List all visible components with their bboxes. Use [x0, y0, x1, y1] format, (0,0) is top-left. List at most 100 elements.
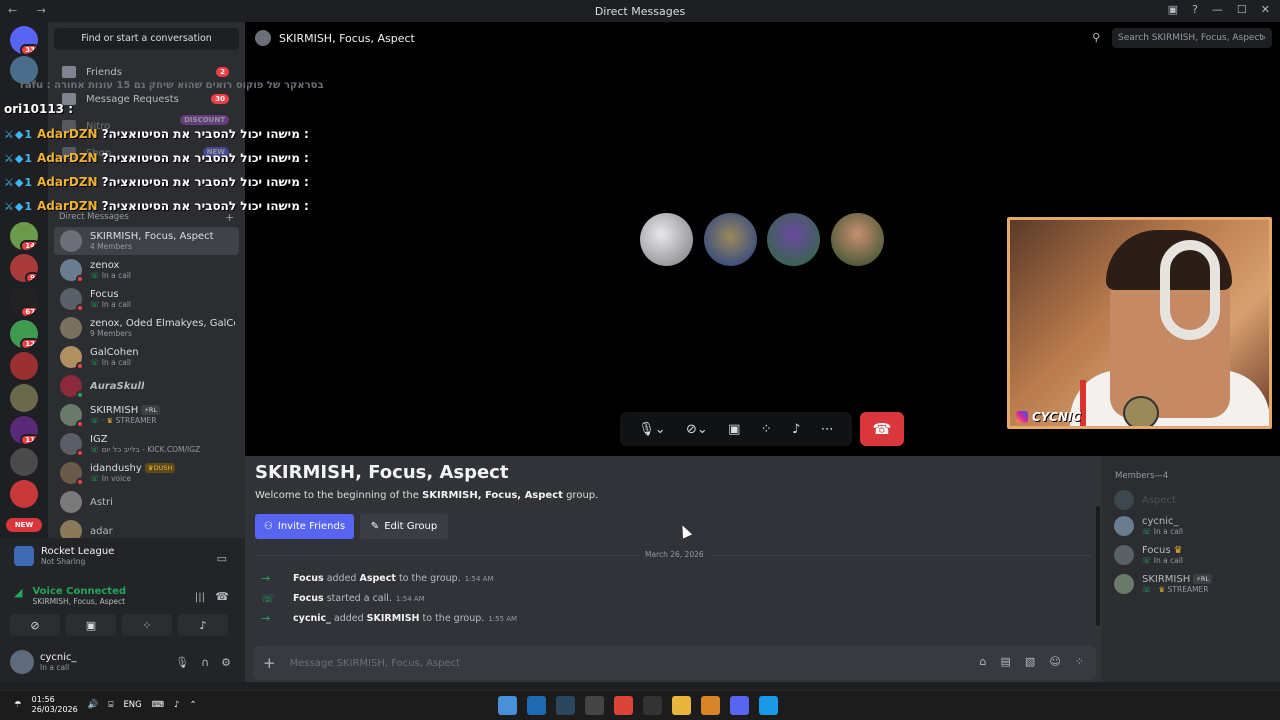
help-icon[interactable]: ?: [1192, 3, 1198, 16]
microphone-icon[interactable]: 🎙⌄: [638, 422, 665, 437]
find-conversation-button[interactable]: Find or start a conversation: [54, 28, 239, 50]
chat-scrollbar[interactable]: [1096, 506, 1100, 626]
volume-icon[interactable]: 🔊: [88, 700, 99, 710]
server-icon[interactable]: 67: [10, 288, 38, 316]
msg-actor[interactable]: cycnic_: [293, 613, 331, 624]
voice-connected[interactable]: ◢ Voice Connected SKIRMISH, Focus, Aspect: [14, 586, 126, 606]
msg-target[interactable]: SKIRMISH: [367, 613, 420, 624]
share-screen-icon[interactable]: ▣: [728, 422, 740, 437]
nav-nitro[interactable]: Nitro DISCOUNT: [54, 115, 239, 137]
dm-item[interactable]: AuraSkull: [54, 372, 239, 400]
more-options-icon[interactable]: ⋯: [821, 422, 834, 437]
hang-up-button[interactable]: ☎: [860, 412, 904, 446]
maximize-button[interactable]: ☐: [1237, 3, 1247, 16]
invite-friends-button[interactable]: ⚇ Invite Friends: [255, 514, 354, 539]
call-participant-avatar[interactable]: [640, 213, 693, 266]
dm-item[interactable]: zenox ☏ In a call: [54, 256, 239, 284]
server-icon[interactable]: 11: [10, 416, 38, 444]
soundboard-icon[interactable]: ♪: [178, 614, 228, 636]
pin-icon[interactable]: ⚲: [1092, 31, 1100, 44]
attach-plus-icon[interactable]: +: [263, 654, 276, 672]
dm-item[interactable]: IGZ ☏ בלייב כל יום - KICK.COM/IGZ: [54, 430, 239, 458]
call-participant-avatar[interactable]: [831, 213, 884, 266]
nav-message-requests[interactable]: Message Requests 30: [54, 88, 239, 110]
steam-app-icon[interactable]: [556, 696, 575, 715]
apps-icon[interactable]: ⁘: [1075, 655, 1084, 668]
epic-games-app-icon[interactable]: [643, 696, 662, 715]
member-item[interactable]: cycnic_ ☏ In a call: [1114, 516, 1183, 536]
chevron-up-icon[interactable]: ⌃: [189, 700, 196, 710]
server-icon[interactable]: 14: [10, 222, 38, 250]
server-icon[interactable]: [10, 352, 38, 380]
dm-item[interactable]: zenox, Oded Elmakyes, GalCo... 9 Members: [54, 314, 239, 342]
add-friend-icon: ⚇: [263, 521, 273, 532]
activities-icon[interactable]: ⁘: [761, 422, 772, 437]
server-icon[interactable]: [10, 448, 38, 476]
app-icon[interactable]: [585, 696, 604, 715]
camera-off-icon[interactable]: ⊘: [10, 614, 60, 636]
member-item[interactable]: Aspect: [1114, 490, 1176, 510]
call-icon: ☏: [1142, 527, 1154, 536]
disconnect-icon[interactable]: ☎: [215, 590, 229, 603]
gift-icon[interactable]: ⌂: [980, 655, 987, 668]
member-item[interactable]: Focus ♛ ☏ In a call: [1114, 545, 1183, 565]
rocket-league-app-icon[interactable]: [527, 696, 546, 715]
server-icon[interactable]: 9: [10, 254, 38, 282]
member-item[interactable]: SKIRMISH ⚡RL ☏ · ♛ STREAMER: [1114, 574, 1212, 594]
call-participant-avatar[interactable]: [767, 213, 820, 266]
server-icon[interactable]: [10, 480, 38, 508]
server-icon[interactable]: [10, 384, 38, 412]
share-screen-icon[interactable]: ▣: [66, 614, 116, 636]
user-avatar: [10, 650, 34, 674]
settings-gear-icon[interactable]: ⚙: [221, 656, 231, 669]
server-icon[interactable]: 12: [10, 320, 38, 348]
dm-item[interactable]: idandushy ♛DUSH ☏ In voice: [54, 459, 239, 487]
dm-item[interactable]: SKIRMISH ⚡RL ☏ · ♛ STREAMER: [54, 401, 239, 429]
clock[interactable]: 01:56 26/03/2026: [32, 695, 78, 715]
sticker-icon[interactable]: ▧: [1025, 655, 1035, 668]
mic-tray-icon[interactable]: ♪: [174, 700, 179, 710]
server-icon[interactable]: [10, 56, 38, 84]
emoji-icon[interactable]: ☺: [1049, 655, 1060, 668]
activities-icon[interactable]: ⁘: [122, 614, 172, 636]
discord-app-icon[interactable]: [730, 696, 749, 715]
close-button[interactable]: ✕: [1261, 3, 1270, 16]
message-composer[interactable]: + Message SKIRMISH, Focus, Aspect ⌂ ▤ ▧ …: [253, 646, 1096, 680]
noise-suppression-icon[interactable]: |||: [195, 592, 205, 603]
dm-item[interactable]: Astri: [54, 488, 239, 516]
keyboard-icon[interactable]: ⌨: [152, 700, 164, 710]
call-participant-avatar[interactable]: [704, 213, 757, 266]
activity-game[interactable]: Rocket League Not Sharing: [14, 546, 114, 566]
inbox-icon[interactable]: ▣: [1168, 3, 1178, 16]
nav-friends[interactable]: Friends 2: [54, 61, 239, 83]
windows-start-icon[interactable]: [759, 696, 778, 715]
chrome-app-icon[interactable]: [614, 696, 633, 715]
folder-app-icon[interactable]: [701, 696, 720, 715]
microphone-icon[interactable]: 🎙: [175, 656, 189, 669]
file-explorer-app-icon[interactable]: [672, 696, 691, 715]
home-button[interactable]: 33: [10, 26, 38, 54]
dm-item[interactable]: GalCohen ☏ In a call: [54, 343, 239, 371]
nav-shop[interactable]: Shop NEW: [54, 142, 239, 164]
network-icon[interactable]: ⌸: [108, 700, 113, 710]
current-user[interactable]: cycnic_ In a call: [10, 650, 77, 674]
create-dm-icon[interactable]: +: [225, 211, 234, 224]
msg-actor[interactable]: Focus: [293, 593, 324, 604]
search-input[interactable]: Search SKIRMISH, Focus, Aspect ⌕: [1112, 28, 1272, 48]
camera-off-icon[interactable]: ⊘⌄: [686, 422, 708, 437]
dm-sub: In a call: [101, 300, 131, 309]
edit-group-button[interactable]: ✎ Edit Group: [360, 514, 448, 539]
dm-item[interactable]: SKIRMISH, Focus, Aspect 4 Members: [54, 227, 239, 255]
nav-arrows[interactable]: ← →: [8, 4, 54, 17]
headphones-icon[interactable]: ∩: [201, 656, 209, 669]
screen-share-icon[interactable]: ▭: [217, 552, 227, 565]
msg-actor[interactable]: Focus: [293, 573, 324, 584]
dm-item[interactable]: Focus ☏ In a call: [54, 285, 239, 313]
notepad-app-icon[interactable]: [498, 696, 517, 715]
soundboard-icon[interactable]: ♪: [792, 422, 800, 437]
weather-icon[interactable]: ☂: [14, 700, 22, 710]
msg-target[interactable]: Aspect: [359, 573, 395, 584]
minimize-button[interactable]: —: [1212, 3, 1223, 16]
language-indicator[interactable]: ENG: [123, 700, 141, 710]
gif-icon[interactable]: ▤: [1001, 655, 1011, 668]
